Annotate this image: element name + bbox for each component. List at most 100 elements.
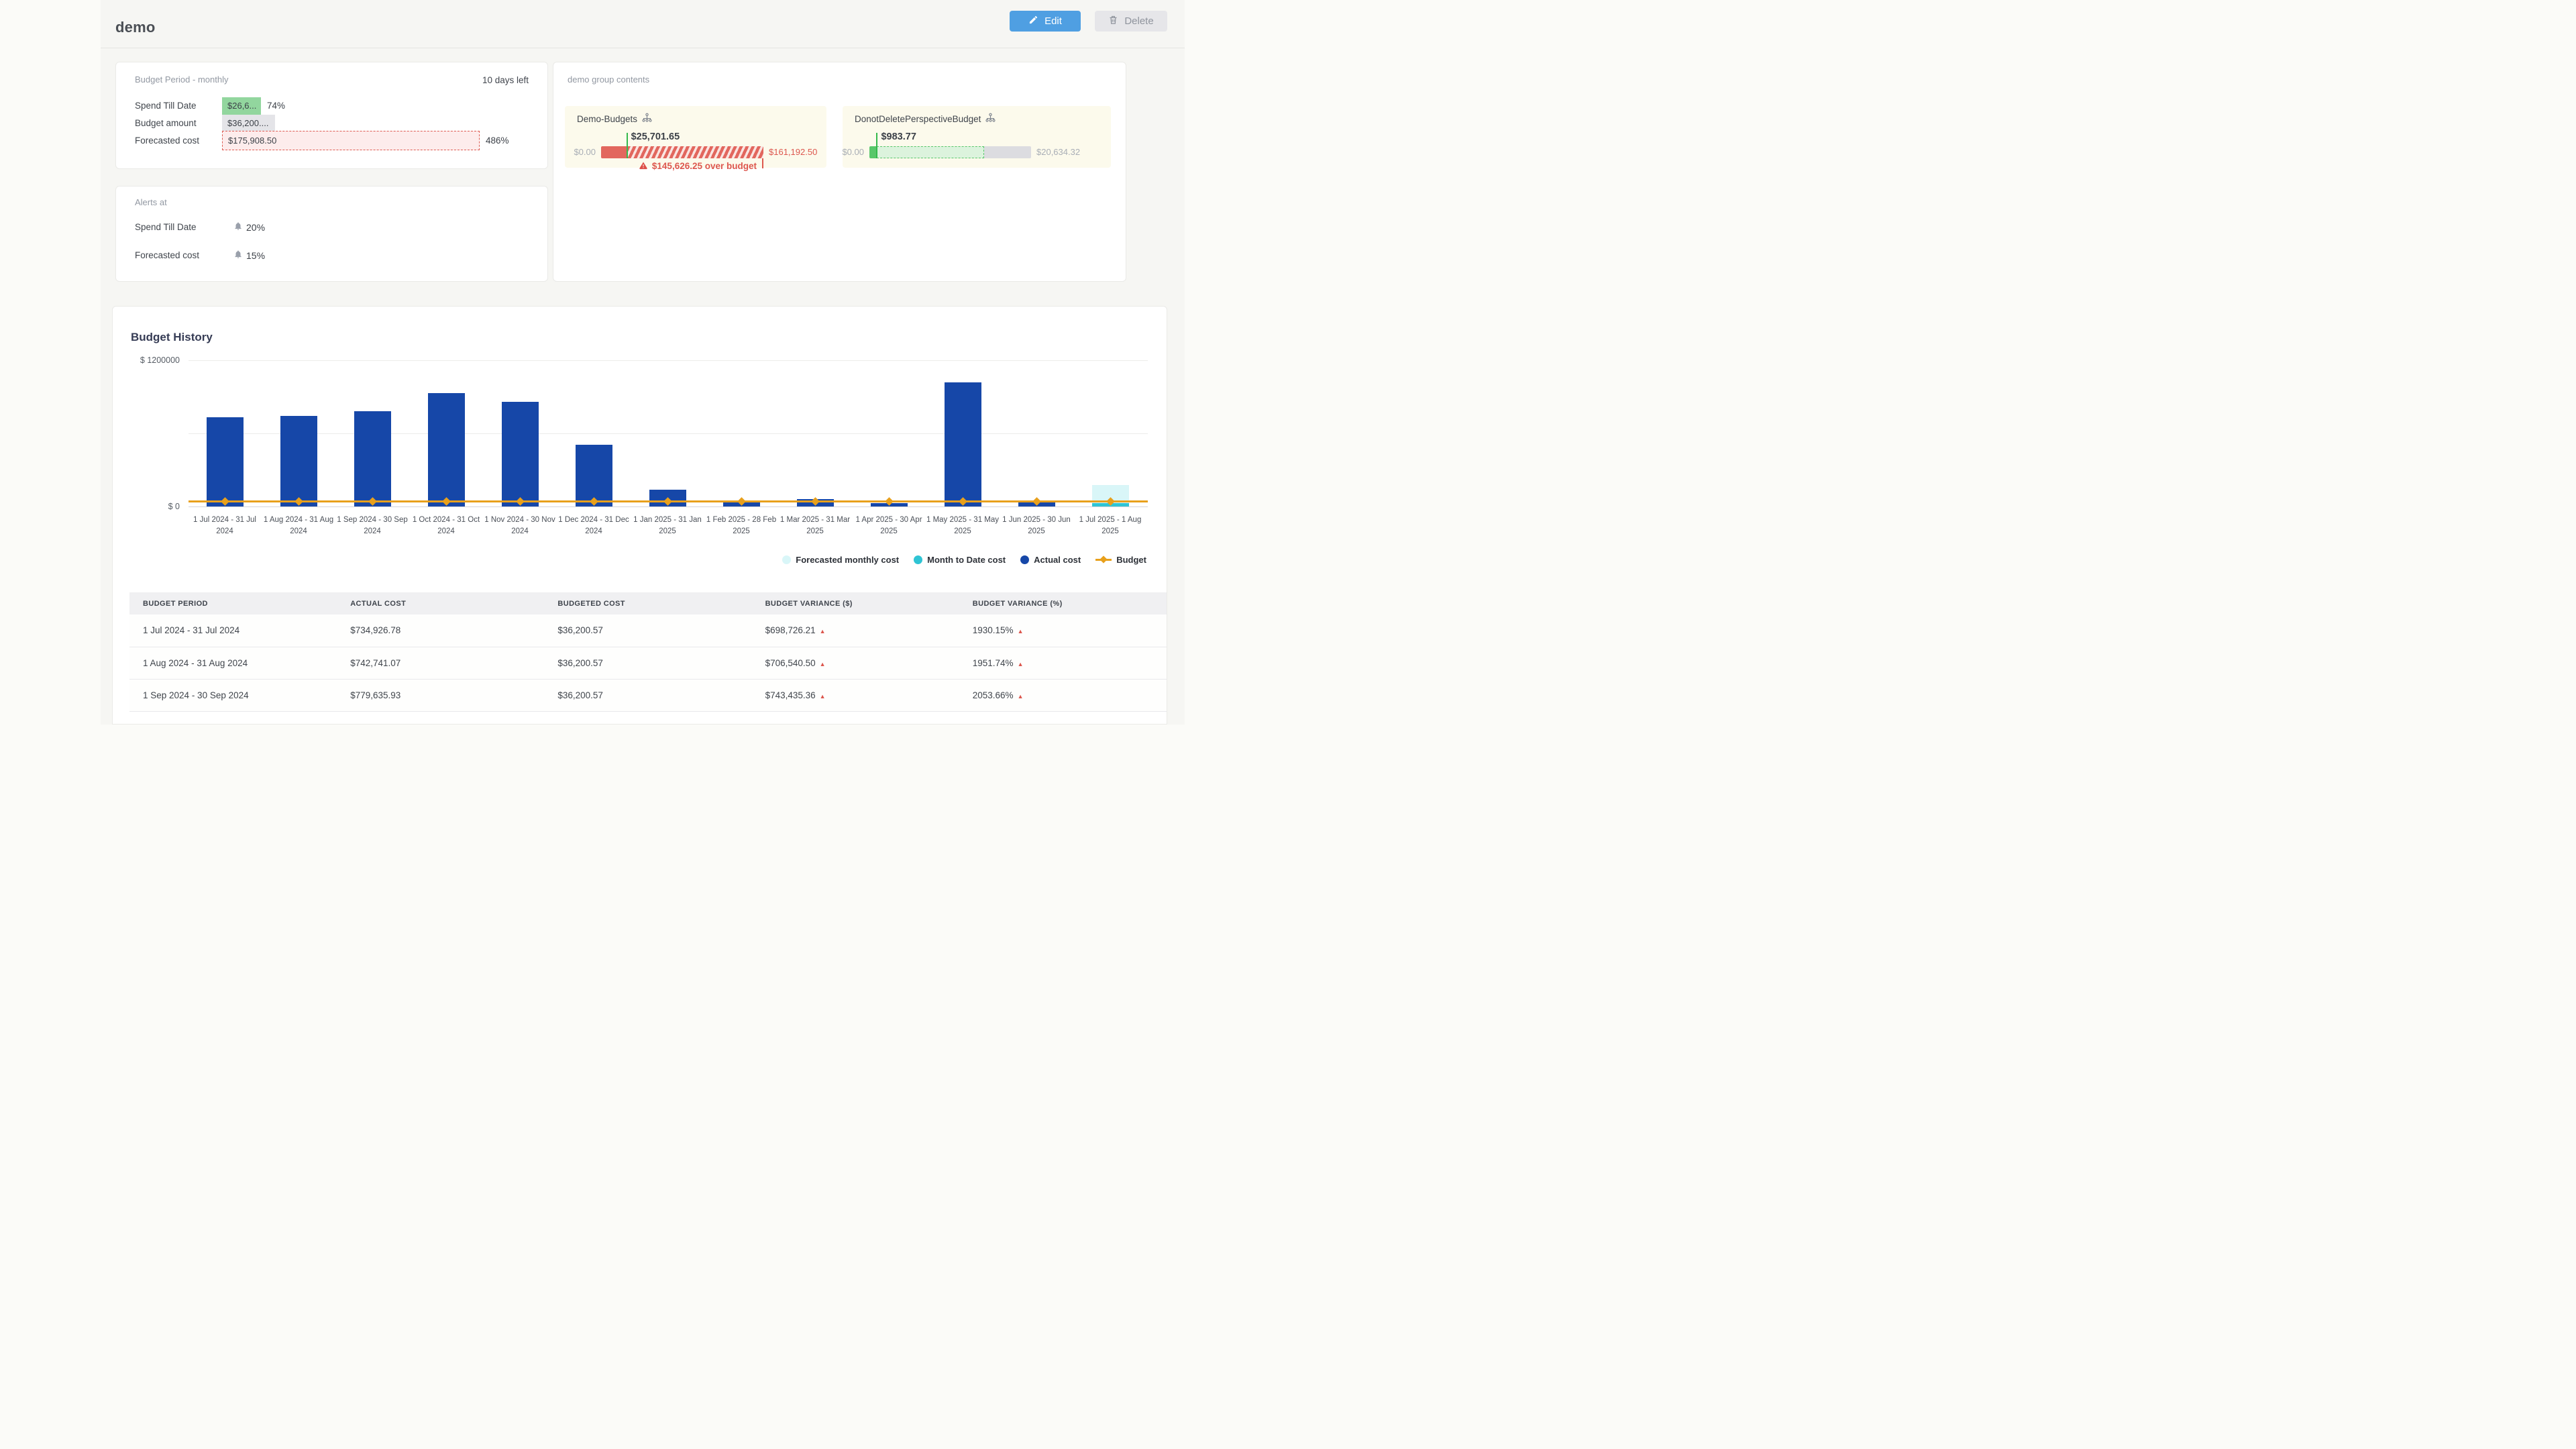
table-header-actual-cost: ACTUAL COST [337, 592, 544, 614]
days-left-label: 10 days left [482, 75, 529, 85]
alert-row-spend: Spend Till Date 20% [135, 221, 265, 233]
budget-amount-label: Budget amount [135, 118, 222, 128]
delete-button-label: Delete [1124, 15, 1153, 27]
over-budget-tick [762, 158, 763, 168]
bar-actual-cost[interactable] [354, 411, 391, 506]
spend-till-date-label: Spend Till Date [135, 101, 222, 111]
up-triangle-icon: ▲ [820, 628, 826, 635]
cell-actual-cost: $779,635.93 [337, 679, 544, 711]
cell-budget-period: 1 Jul 2024 - 31 Jul 2024 [129, 614, 337, 647]
x-axis-label: 1 Jun 2025 - 30 Jun 2025 [1000, 515, 1073, 537]
alert-forecast-label: Forecasted cost [135, 250, 233, 260]
overbudget-hatch-segment [627, 146, 763, 158]
table-header-budget-variance-$-: BUDGET VARIANCE ($) [752, 592, 959, 614]
budget-item-donotdelete[interactable]: DonotDeletePerspectiveBudget $0.00 $20,6… [843, 106, 1111, 168]
cell-variance-usd: $698,726.21▲ [752, 614, 959, 647]
x-axis-label: 1 Jan 2025 - 31 Jan 2025 [631, 515, 704, 537]
current-spend-marker [627, 133, 628, 158]
legend-item-actual-cost[interactable]: Actual cost [1020, 555, 1081, 565]
bar-actual-cost[interactable] [207, 417, 244, 507]
cell-actual-cost: $734,926.78 [337, 614, 544, 647]
up-triangle-icon: ▲ [820, 661, 826, 667]
budget-period-card-title: Budget Period - monthly [135, 74, 228, 85]
table-header-row: BUDGET PERIODACTUAL COSTBUDGETED COSTBUD… [129, 592, 1167, 614]
gridline-top [189, 360, 1148, 361]
cell-variance-usd: $706,540.50▲ [752, 647, 959, 679]
y-axis-tick-zero: $ 0 [113, 502, 180, 511]
budget-mini-chart[interactable]: $0.00 $161,192.50 $25,701.65 $145,626.25… [601, 146, 763, 158]
mini-max-label: $161,192.50 [769, 147, 817, 157]
over-budget-note: $145,626.25 over budget [639, 160, 757, 172]
budget-period-card: Budget Period - monthly 10 days left Spe… [115, 62, 548, 169]
group-contents-title: demo group contents [568, 74, 649, 85]
x-axis-label: 1 Dec 2024 - 31 Dec 2024 [557, 515, 631, 537]
x-axis-label: 1 Sep 2024 - 30 Sep 2024 [335, 515, 409, 537]
bar-actual-cost[interactable] [280, 416, 317, 506]
budget-amount-row: Budget amount $36,200.... [135, 114, 275, 132]
legend-item-budget[interactable]: Budget [1095, 555, 1146, 565]
spend-till-date-chip[interactable]: $26,6... [222, 97, 261, 115]
group-contents-card: demo group contents Demo-Budgets $0.00 $… [553, 62, 1126, 282]
x-axis-label: 1 Aug 2024 - 31 Aug 2024 [262, 515, 335, 537]
cell-budgeted-cost: $36,200.57 [544, 614, 751, 647]
budget-amount-chip[interactable]: $36,200.... [222, 115, 275, 132]
bar-actual-cost[interactable] [502, 402, 539, 506]
alert-spend-label: Spend Till Date [135, 222, 233, 232]
legend-label: Actual cost [1034, 555, 1081, 565]
cell-actual-cost: $742,741.07 [337, 647, 544, 679]
x-axis-label: 1 Oct 2024 - 31 Oct 2024 [409, 515, 483, 537]
edit-button[interactable]: Edit [1010, 11, 1081, 32]
x-axis-label: 1 Apr 2025 - 30 Apr 2025 [852, 515, 926, 537]
cell-variance-pct: 1951.74%▲ [959, 647, 1167, 679]
legend-item-forecasted-monthly-cost[interactable]: Forecasted monthly cost [782, 555, 899, 565]
delete-button[interactable]: Delete [1095, 11, 1167, 32]
alert-forecast-value: 15% [246, 250, 265, 261]
bell-icon [233, 250, 243, 261]
budget-history-card: Budget History $ 1200000 $ 0 1 Jul 2024 … [112, 306, 1167, 724]
legend-label: Budget [1116, 555, 1146, 565]
forecasted-cost-row: Forecasted cost $175,908.50 486% [135, 131, 509, 150]
current-spend-value: $983.77 [881, 131, 916, 142]
budget-item-demo-budgets[interactable]: Demo-Budgets $0.00 $161,192.50 $25,701.6… [565, 106, 826, 168]
up-triangle-icon: ▲ [1018, 628, 1024, 635]
spend-till-date-row: Spend Till Date $26,6... 74% [135, 97, 285, 115]
bar-actual-cost[interactable] [945, 382, 981, 506]
current-spend-marker [876, 133, 877, 158]
y-axis-tick-max: $ 1200000 [113, 356, 180, 365]
mini-min-label: $0.00 [842, 147, 864, 157]
table-row: 1 Aug 2024 - 31 Aug 2024$742,741.07$36,2… [129, 647, 1167, 679]
bar-actual-cost[interactable] [428, 393, 465, 506]
x-axis-label: 1 May 2025 - 31 May 2025 [926, 515, 1000, 537]
warning-icon [639, 160, 648, 172]
budget-history-chart [189, 360, 1148, 506]
table-header-budget-variance-%-: BUDGET VARIANCE (%) [959, 592, 1167, 614]
alerts-card: Alerts at Spend Till Date 20% Forecasted… [115, 186, 548, 282]
mini-max-label: $20,634.32 [1036, 147, 1080, 157]
bell-icon [233, 221, 243, 233]
legend-swatch [914, 555, 922, 564]
table-header-budgeted-cost: BUDGETED COST [544, 592, 751, 614]
x-axis-label: 1 Nov 2024 - 30 Nov 2024 [483, 515, 557, 537]
edit-button-label: Edit [1044, 15, 1062, 27]
legend-swatch [1095, 557, 1112, 564]
spend-till-date-percent: 74% [267, 101, 285, 111]
cell-budgeted-cost: $36,200.57 [544, 679, 751, 711]
x-axis-label: 1 Mar 2025 - 31 Mar 2025 [778, 515, 852, 537]
cell-budget-period: 1 Aug 2024 - 31 Aug 2024 [129, 647, 337, 679]
page-title: demo [115, 19, 155, 36]
hierarchy-icon [985, 113, 996, 125]
cell-variance-pct: 2053.66%▲ [959, 679, 1167, 711]
trash-icon [1108, 15, 1118, 28]
pencil-icon [1028, 15, 1038, 28]
up-triangle-icon: ▲ [820, 693, 826, 700]
legend-item-month-to-date-cost[interactable]: Month to Date cost [914, 555, 1006, 565]
budget-item-name: Demo-Budgets [577, 114, 637, 124]
spend-segment [601, 146, 627, 158]
budget-mini-chart[interactable]: $0.00 $20,634.32 $983.77 [869, 146, 1031, 158]
cell-budgeted-cost: $36,200.57 [544, 647, 751, 679]
x-axis-label: 1 Jul 2024 - 31 Jul 2024 [188, 515, 262, 537]
table-row: 1 Sep 2024 - 30 Sep 2024$779,635.93$36,2… [129, 679, 1167, 711]
budget-history-table: BUDGET PERIODACTUAL COSTBUDGETED COSTBUD… [129, 592, 1167, 712]
gridline-mid [189, 433, 1148, 434]
forecasted-cost-chip[interactable]: $175,908.50 [222, 131, 480, 150]
